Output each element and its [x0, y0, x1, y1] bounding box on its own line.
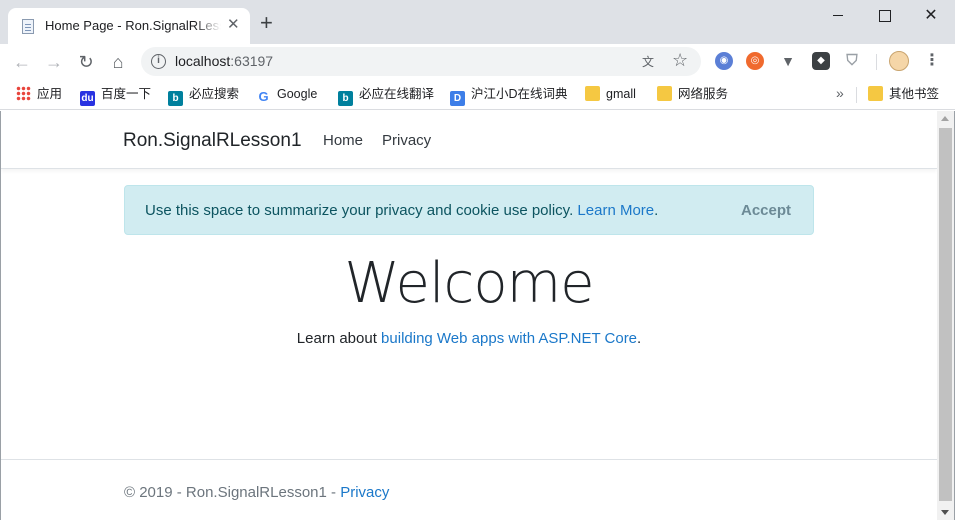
- bookmark-item[interactable]: G Google: [256, 86, 317, 104]
- forward-arrow-icon[interactable]: →: [42, 50, 66, 74]
- bookmark-folder[interactable]: 网络服务: [657, 86, 728, 104]
- apps-icon: [16, 86, 31, 101]
- google-icon: G: [256, 89, 271, 104]
- more-bookmarks-icon[interactable]: »: [836, 85, 844, 101]
- close-tab-icon[interactable]: ✕: [227, 17, 240, 33]
- folder-icon: [657, 86, 672, 101]
- hujiang-icon: D: [450, 91, 465, 106]
- home-icon[interactable]: ⌂: [106, 50, 130, 74]
- url-text[interactable]: localhost:63197: [175, 53, 273, 69]
- bookmark-item[interactable]: b 必应搜索: [168, 86, 239, 106]
- bookmark-item[interactable]: b 必应在线翻译: [338, 86, 434, 106]
- tab-title: Home Page - Ron.SignalRLesson1: [45, 18, 221, 33]
- kebab-menu-icon[interactable]: ⋮: [924, 50, 940, 70]
- folder-icon: [868, 86, 883, 101]
- maximize-button[interactable]: [862, 4, 908, 28]
- cookie-consent-alert: Use this space to summarize your privacy…: [124, 185, 814, 235]
- new-tab-button[interactable]: +: [260, 12, 273, 34]
- aspnet-docs-link[interactable]: building Web apps with ASP.NET Core: [381, 330, 637, 347]
- toolbar-divider: [876, 54, 877, 70]
- site-brand-link[interactable]: Ron.SignalRLesson1: [123, 130, 302, 152]
- bookmark-item[interactable]: du 百度一下: [80, 86, 151, 106]
- footer-text: © 2019 - Ron.SignalRLesson1 - Privacy: [124, 484, 390, 501]
- bookmark-item[interactable]: 应用: [16, 86, 62, 104]
- folder-icon: [585, 86, 600, 101]
- extension-dark-icon[interactable]: ◆: [812, 52, 830, 70]
- nav-privacy-link[interactable]: Privacy: [382, 132, 431, 149]
- bing-icon: b: [168, 91, 183, 106]
- bookmark-star-icon[interactable]: ☆: [672, 50, 688, 71]
- scroll-up-arrow-icon[interactable]: [941, 116, 949, 121]
- cookie-message: Use this space to summarize your privacy…: [145, 202, 659, 219]
- info-icon[interactable]: i: [151, 54, 166, 69]
- back-arrow-icon[interactable]: ←: [10, 50, 34, 74]
- nav-home-link[interactable]: Home: [323, 132, 363, 149]
- scrollbar-thumb[interactable]: [939, 128, 952, 501]
- bookmarks-bar: 应用 du 百度一下 b 必应搜索 G Google b 必应在线翻译 D 沪江小D在线词…: [0, 79, 955, 110]
- extension-lifebuoy-icon[interactable]: ◎: [746, 52, 764, 70]
- minimize-button[interactable]: [816, 4, 862, 28]
- browser-toolbar: ← → ↻ ⌂ i localhost:63197 文 ☆ ◉ ◎ ▼ ◆ ⛉ …: [0, 44, 955, 79]
- extension-shield-icon[interactable]: ⛉: [843, 52, 861, 70]
- site-navbar: Ron.SignalRLesson1 Home Privacy: [1, 111, 937, 169]
- bookmark-folder[interactable]: gmall: [585, 86, 636, 104]
- extension-vue-icon[interactable]: ▼: [779, 52, 797, 70]
- reload-icon[interactable]: ↻: [74, 50, 98, 74]
- learn-about-text: Learn about building Web apps with ASP.N…: [296, 330, 642, 347]
- profile-avatar[interactable]: [889, 51, 909, 71]
- page-heading: Welcome: [344, 251, 594, 316]
- bing-icon: b: [338, 91, 353, 106]
- address-bar[interactable]: i localhost:63197 文 ☆: [141, 47, 701, 76]
- page-favicon-icon: [22, 19, 34, 34]
- bookmarks-divider: [856, 87, 857, 103]
- browser-tab[interactable]: Home Page - Ron.SignalRLesson1 ✕: [8, 8, 250, 44]
- accept-cookie-button[interactable]: Accept: [741, 202, 791, 219]
- bookmark-item[interactable]: D 沪江小D在线词典: [450, 86, 568, 106]
- vertical-scrollbar[interactable]: [937, 111, 954, 520]
- page-viewport: Ron.SignalRLesson1 Home Privacy Use this…: [1, 111, 937, 520]
- close-window-button[interactable]: ✕: [908, 4, 954, 28]
- extension-compass-icon[interactable]: ◉: [715, 52, 733, 70]
- browser-titlebar: Home Page - Ron.SignalRLesson1 ✕ + ✕: [0, 0, 955, 44]
- scroll-down-arrow-icon[interactable]: [941, 510, 949, 515]
- baidu-icon: du: [80, 91, 95, 106]
- footer-privacy-link[interactable]: Privacy: [340, 484, 389, 501]
- learn-more-link[interactable]: Learn More: [577, 202, 654, 219]
- translate-icon[interactable]: 文: [642, 53, 658, 69]
- site-footer: © 2019 - Ron.SignalRLesson1 - Privacy: [1, 459, 937, 520]
- other-bookmarks-folder[interactable]: 其他书签: [868, 86, 939, 104]
